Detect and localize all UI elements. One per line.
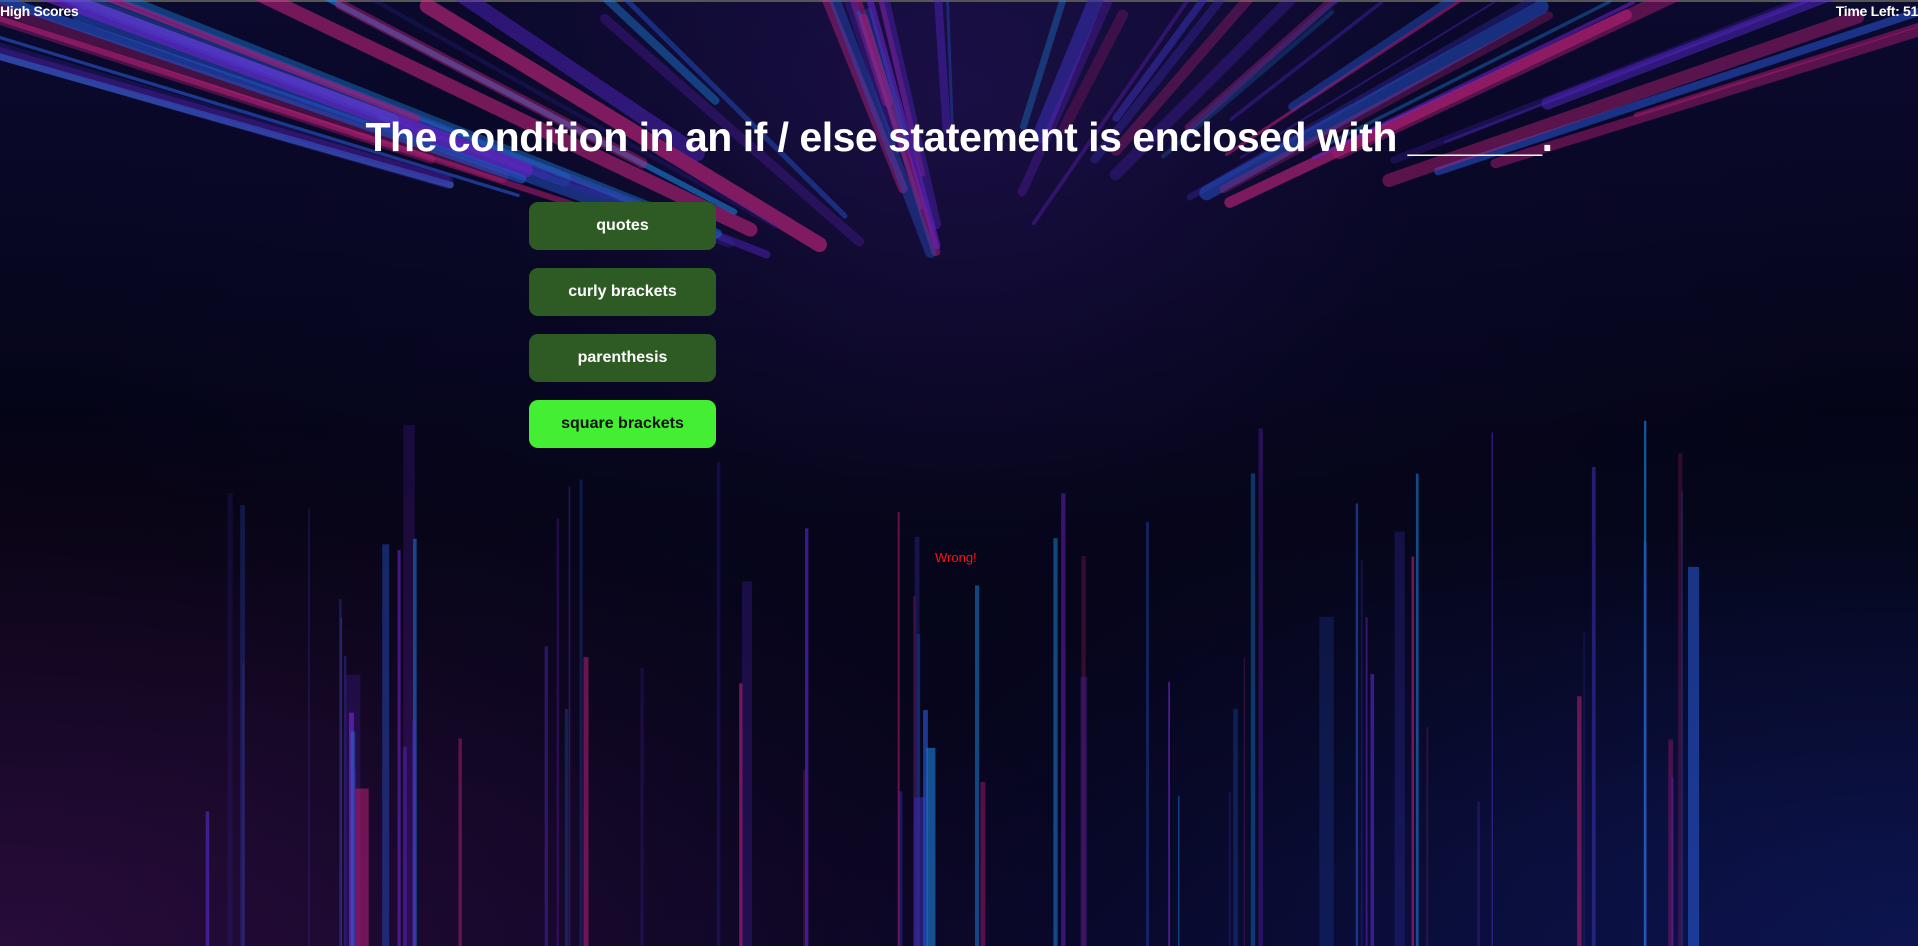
light-bar [1668,739,1673,946]
light-bar [205,811,210,946]
light-bar [1061,493,1066,946]
light-bar [1591,466,1596,946]
light-bar [350,731,356,946]
light-bar [458,738,462,946]
light-bar [382,544,390,946]
light-bar [1583,632,1586,946]
light-bar [914,797,926,946]
light-bar [1258,428,1263,946]
light-bar [980,781,986,946]
light-bar [898,791,903,946]
light-bar [240,505,245,946]
light-ray [0,15,587,211]
light-bar [914,536,920,946]
light-bar [583,657,589,946]
answer-button-square-brackets[interactable]: square brackets [529,400,716,448]
light-bar [1642,541,1648,946]
light-bar [1228,791,1231,946]
light-bar [741,581,753,946]
light-bar [802,769,807,946]
light-bar [1370,674,1375,946]
light-bar [1681,491,1683,946]
light-bar [556,518,560,946]
answer-button-curly-brackets[interactable]: curly brackets [529,268,716,316]
light-bar [1365,617,1368,946]
light-bar [923,710,928,946]
light-bar [1146,521,1149,946]
light-bar [308,508,310,946]
light-bar [1178,795,1180,946]
light-bar [227,493,233,946]
light-bar [568,486,571,946]
light-bar [397,550,401,946]
light-bar [1080,676,1088,946]
light-bar [403,746,407,946]
light-bar [975,585,980,946]
light-bar [1081,556,1086,946]
question-text: The condition in an if / else statement … [365,114,1553,160]
light-bar [926,747,936,946]
light-bar [413,538,417,946]
answer-button-parenthesis[interactable]: parenthesis [529,334,716,382]
light-bar [1426,727,1429,946]
light-bar [403,425,415,946]
top-bar: High Scores Time Left: 51 [0,3,1918,23]
light-ray [1186,0,1537,201]
light-bar [242,663,244,946]
light-bar [1415,473,1419,946]
quiz-page: High Scores Time Left: 51 The condition … [0,0,1918,946]
light-bar [913,596,916,946]
light-bar [353,769,356,946]
light-bar [564,709,569,946]
light-ray [1224,9,1632,208]
light-ray [0,35,520,198]
light-bar [344,655,347,946]
answer-list: quotes curly brackets parenthesis square… [529,202,716,466]
light-bar [805,528,809,946]
light-bar [544,646,548,946]
light-bar [412,720,415,946]
time-left-counter: Time Left: 51 [1835,3,1918,19]
light-bar [1491,432,1493,946]
light-bar [349,712,354,946]
light-bar [1671,777,1674,946]
light-bar [716,461,721,946]
light-bar [1678,453,1683,946]
light-bar [1053,538,1058,946]
light-bar [916,634,921,946]
light-ray [1059,9,1128,134]
light-ray [1199,0,1549,201]
light-bar [1355,503,1359,946]
light-ray [878,0,942,230]
high-scores-link[interactable]: High Scores [0,3,79,19]
light-ray [1017,0,1114,197]
answer-button-quotes[interactable]: quotes [529,202,716,250]
light-bar [340,617,342,946]
light-bar [579,479,583,946]
light-bar [640,667,644,946]
light-bar [1243,658,1245,946]
light-bar [1477,801,1480,946]
light-bar [1168,681,1170,946]
light-ray [324,0,738,215]
light-bar [1250,473,1256,946]
light-bar [1233,708,1238,946]
light-bar [1644,420,1647,946]
light-bar [1688,566,1700,946]
light-bar [739,683,743,946]
light-ray [1031,0,1191,226]
light-bar [1319,616,1334,946]
light-bar [345,674,361,946]
light-bar [339,599,342,946]
light-bar [1411,556,1415,946]
answer-feedback: Wrong! [935,550,977,565]
light-ray [623,0,848,219]
light-bar [355,788,369,946]
light-bar [1360,560,1363,946]
light-ray [856,10,923,210]
light-bar [1577,696,1582,946]
light-bar [1394,531,1405,946]
light-ray [1219,11,1554,194]
light-bar [897,512,900,946]
